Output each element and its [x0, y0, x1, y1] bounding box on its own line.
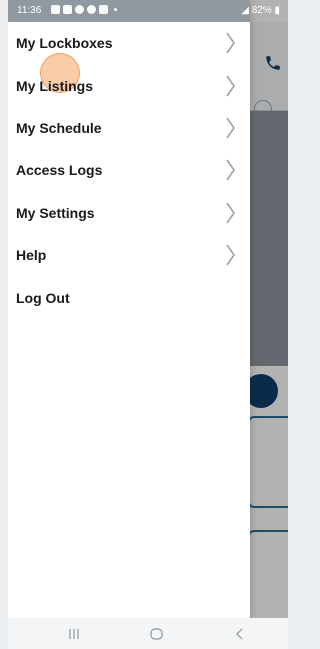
- menu-item-access-logs[interactable]: Access Logs: [8, 149, 250, 191]
- chevron-right-icon: [226, 117, 235, 139]
- chevron-right-icon: [226, 244, 235, 266]
- chevron-right-icon: [226, 75, 235, 97]
- menu-item-label: My Settings: [16, 204, 95, 221]
- menu-item-my-schedule[interactable]: My Schedule: [8, 107, 250, 149]
- battery-level: 82%: [251, 5, 272, 16]
- menu-item-my-settings[interactable]: My Settings: [8, 192, 250, 234]
- signal-icon: ◢: [241, 5, 252, 16]
- menu-item-label: Log Out: [16, 289, 70, 306]
- menu-item-label: My Lockboxes: [16, 35, 113, 52]
- chevron-right-icon: [226, 202, 235, 224]
- notification-icon: [63, 5, 72, 14]
- battery-icon: ▮: [271, 5, 280, 16]
- menu-item-my-lockboxes[interactable]: My Lockboxes: [8, 22, 250, 64]
- menu-item-label: My Listings: [16, 77, 94, 94]
- notification-icons: [51, 5, 117, 14]
- notification-icon: [51, 5, 60, 14]
- home-icon[interactable]: [145, 622, 169, 646]
- menu-item-label: Access Logs: [16, 162, 103, 179]
- notification-icon: [75, 5, 84, 14]
- status-bar: 11:36 ◢ 82% ▮: [8, 0, 288, 22]
- device-screen: My Lockboxes My Listings My Schedule Acc…: [8, 0, 288, 649]
- menu-item-label: Help: [16, 247, 47, 264]
- status-time: 11:36: [17, 5, 42, 16]
- navigation-drawer: My Lockboxes My Listings My Schedule Acc…: [8, 0, 250, 618]
- menu-item-log-out[interactable]: Log Out: [8, 276, 250, 318]
- more-notifications-icon: [114, 8, 117, 11]
- linkedin-icon: [99, 5, 108, 14]
- status-right: ◢ 82% ▮: [241, 5, 280, 16]
- chevron-right-icon: [226, 32, 235, 54]
- chevron-right-icon: [226, 159, 235, 181]
- recent-apps-icon[interactable]: [62, 622, 86, 646]
- back-icon[interactable]: [228, 622, 252, 646]
- menu-item-label: My Schedule: [16, 119, 102, 136]
- instagram-icon: [87, 5, 96, 14]
- menu-item-help[interactable]: Help: [8, 234, 250, 276]
- system-nav-bar: [8, 618, 288, 649]
